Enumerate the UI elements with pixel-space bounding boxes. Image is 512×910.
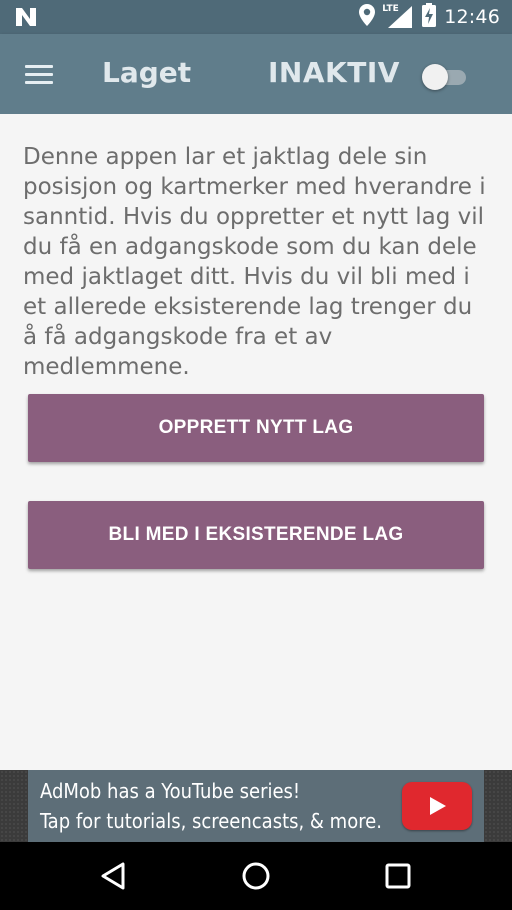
toggle-thumb	[422, 64, 448, 90]
back-icon[interactable]	[94, 856, 134, 896]
navigation-bar	[0, 842, 512, 910]
ad-subline: Tap for tutorials, screencasts, & more.	[40, 809, 382, 833]
status-label: INAKTIV	[268, 56, 400, 89]
recent-apps-icon[interactable]	[378, 856, 418, 896]
create-team-button[interactable]: OPPRETT NYTT LAG	[28, 394, 484, 462]
active-toggle[interactable]	[422, 62, 470, 90]
home-icon[interactable]	[236, 856, 276, 896]
ad-banner[interactable]: AdMob has a YouTube series! Tap for tuto…	[28, 770, 484, 842]
main-content: Denne appen lar et jaktlag dele sin posi…	[0, 114, 512, 770]
location-icon	[358, 3, 376, 31]
app-bar: Laget INAKTIV	[0, 34, 512, 114]
battery-charging-icon	[422, 3, 437, 31]
signal-icon: LTE	[382, 4, 414, 29]
status-icons: LTE 12:46	[358, 0, 500, 34]
page-title: Laget	[102, 56, 192, 89]
hamburger-menu-icon[interactable]	[18, 56, 62, 92]
ad-area: AdMob has a YouTube series! Tap for tuto…	[0, 770, 512, 842]
youtube-play-icon	[402, 782, 472, 830]
n-icon	[14, 6, 38, 28]
join-team-button[interactable]: BLI MED I EKSISTERENDE LAG	[28, 501, 484, 569]
status-bar: LTE 12:46	[0, 0, 512, 34]
ad-headline: AdMob has a YouTube series!	[40, 779, 301, 803]
network-type-label: LTE	[382, 4, 399, 14]
intro-text: Denne appen lar et jaktlag dele sin posi…	[23, 144, 486, 380]
clock: 12:46	[444, 6, 500, 28]
